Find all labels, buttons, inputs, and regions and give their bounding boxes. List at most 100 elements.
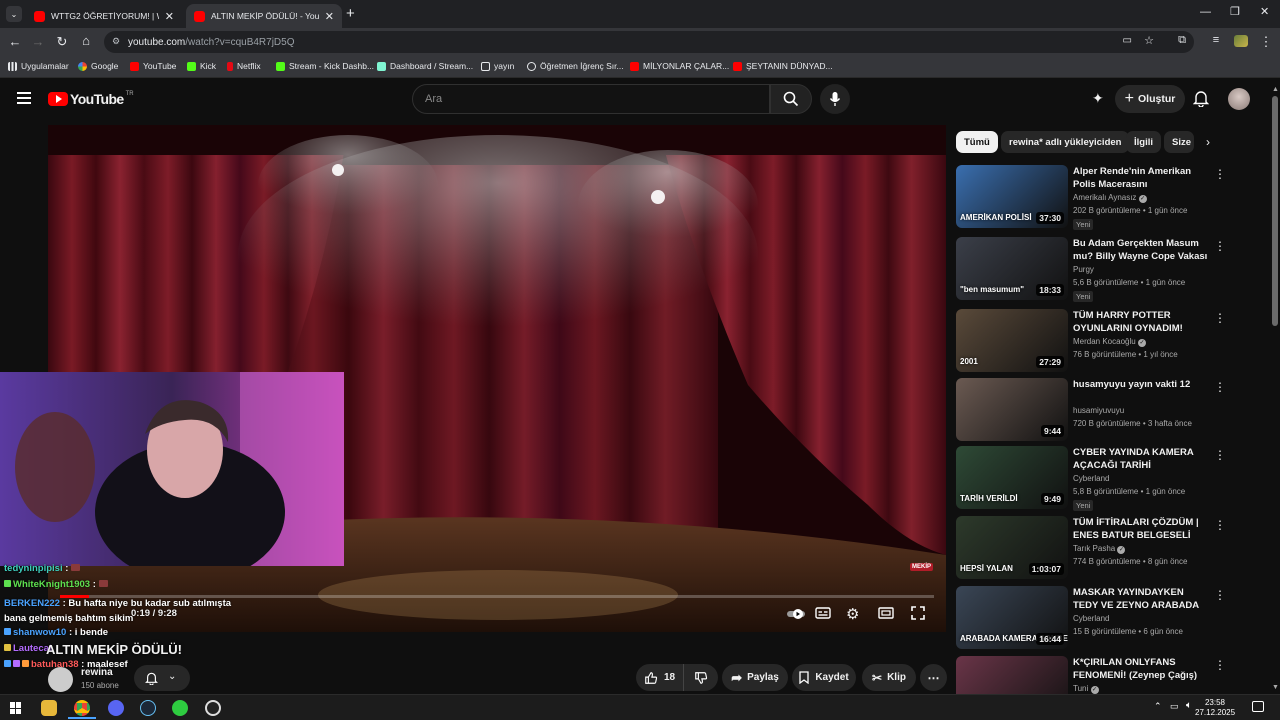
browser-menu-icon[interactable]: ⋮ (1258, 34, 1274, 50)
more-vertical-icon[interactable]: ⋮ (1214, 380, 1226, 394)
channel-name[interactable]: rewina (81, 667, 113, 678)
recommended-video[interactable]: "ben masumum" 18:33 Bu Adam Gerçekten Masu… (956, 237, 1256, 302)
video-progress-bar[interactable] (60, 595, 934, 598)
search-input[interactable]: Ara (412, 84, 770, 114)
more-actions-button[interactable]: ⋯ (920, 664, 947, 691)
video-title[interactable]: husamyuyu yayın vakti 12 (1073, 378, 1211, 391)
bookmark-milyonlar[interactable]: MİLYONLAR ÇALAR... (630, 61, 729, 71)
bookmark-google[interactable]: Google (78, 61, 118, 71)
recommended-video[interactable]: ARABADA KAMERA SOHBETİ 16:44 MASKAR YAYIND… (956, 586, 1256, 650)
site-info-icon[interactable]: ⚙ (112, 36, 120, 47)
recommended-video[interactable]: 2001 27:29 TÜM HARRY POTTER OYUNLARINI OYN… (956, 309, 1256, 373)
channel-avatar[interactable] (48, 667, 73, 692)
dislike-button[interactable] (684, 664, 718, 691)
more-vertical-icon[interactable]: ⋮ (1214, 448, 1226, 462)
browser-tab-active[interactable]: ALTIN MEKİP ÖDÜLÜ! - YouTub ✕ (186, 4, 342, 28)
system-clock[interactable]: 23:58 27.12.2025 (1195, 698, 1235, 718)
chip-for-you[interactable]: Size (1164, 131, 1194, 153)
video-title[interactable]: CYBER YAYINDA KAMERA AÇACAĞI TARİHİ SÖYL… (1073, 446, 1211, 472)
extensions-icon[interactable]: ⧉ (1174, 34, 1190, 47)
video-title[interactable]: K*ÇIRILAN ONLYFANS FENOMENİ! (Zeynep Çağ… (1073, 656, 1211, 682)
bookmark-kick[interactable]: Kick (187, 61, 216, 71)
notification-center-icon[interactable] (1252, 701, 1264, 712)
network-icon[interactable]: ▭ (1170, 701, 1179, 712)
chip-related[interactable]: İlgili (1126, 131, 1161, 153)
autoplay-toggle[interactable] (786, 607, 805, 623)
subtitles-icon[interactable] (815, 606, 833, 622)
recommended-video[interactable]: 9:44 husamyuyu yayın vakti 12 husamiyuvuyu… (956, 378, 1256, 442)
browser-tab-inactive[interactable]: WTTG2 ÖĞRETİYORUM! | Welco ✕ (26, 4, 182, 28)
gemini-sparkle-icon[interactable]: ✦ (1092, 90, 1104, 107)
close-window-icon[interactable]: ✕ (1260, 5, 1269, 18)
share-button[interactable]: ➦ Paylaş (722, 664, 788, 691)
theater-mode-icon[interactable] (878, 606, 896, 622)
more-vertical-icon[interactable]: ⋮ (1214, 311, 1226, 325)
tab-search-button[interactable]: ⌄ (6, 6, 22, 22)
scroll-down-arrow-icon[interactable]: ▼ (1272, 684, 1279, 691)
channel-name[interactable]: Tuni ✓ (1073, 684, 1099, 694)
more-vertical-icon[interactable]: ⋮ (1214, 658, 1226, 672)
youtube-logo[interactable]: YouTube TR (48, 91, 134, 107)
like-button[interactable]: 18 (636, 664, 684, 691)
app-green-icon[interactable] (172, 700, 188, 716)
video-thumbnail[interactable]: ARABADA KAMERA SOHBETİ 16:44 (956, 586, 1068, 649)
video-thumbnail[interactable]: 9:44 (956, 378, 1068, 441)
video-thumbnail[interactable]: "ben masumum" 18:33 (956, 237, 1068, 300)
channel-name[interactable]: Cyberland (1073, 614, 1109, 623)
bookmark-youtube[interactable]: YouTube (130, 61, 176, 71)
channel-name[interactable]: husamiyuvuyu (1073, 406, 1124, 415)
video-thumbnail[interactable]: AMERİKAN POLİSİ 37:30 (956, 165, 1068, 228)
reload-icon[interactable]: ↻ (54, 34, 70, 50)
home-icon[interactable]: ⌂ (78, 33, 94, 48)
recommended-video[interactable]: AMERİKAN POLİSİ 37:30 Alper Rende'nin Amer… (956, 165, 1256, 230)
address-bar[interactable]: ⚙ youtube.com/watch?v=cquB4R7jD5Q ▭ ☆ (104, 31, 1194, 53)
video-title[interactable]: Bu Adam Gerçekten Masum mu? Billy Wayne … (1073, 237, 1211, 263)
recommended-video[interactable]: HEPSİ YALAN 1:03:07 TÜM İFTİRALARI ÇÖZDÜM … (956, 516, 1256, 580)
more-vertical-icon[interactable]: ⋮ (1214, 588, 1226, 602)
video-title[interactable]: TÜM İFTİRALARI ÇÖZDÜM | ENES BATUR BELGE… (1073, 516, 1211, 542)
bookmark-ogretmen[interactable]: Öğretmen İğrenç Sır... (527, 61, 624, 71)
steam-icon[interactable] (140, 700, 156, 716)
video-title[interactable]: Alper Rende'nin Amerikan Polis Macerasın… (1073, 165, 1211, 191)
save-button[interactable]: Kaydet (792, 664, 856, 691)
bookmark-star-icon[interactable]: ☆ (1144, 34, 1154, 47)
clip-button[interactable]: ✂ Klip (862, 664, 916, 691)
recommended-video[interactable]: TARİH VERİLDİ 9:49 CYBER YAYINDA KAMERA AÇ… (956, 446, 1256, 511)
video-title[interactable]: MASKAR YAYINDAYKEN TEDY VE ZEYNO ARABADA… (1073, 586, 1211, 612)
account-avatar[interactable] (1228, 88, 1250, 110)
subscription-bell-button[interactable]: ⌄ (134, 665, 190, 691)
more-vertical-icon[interactable]: ⋮ (1214, 239, 1226, 253)
file-explorer-icon[interactable] (41, 700, 57, 716)
bookmark-streamlabs[interactable]: Dashboard / Stream... (377, 61, 473, 71)
reading-list-icon[interactable]: ≡ (1208, 34, 1224, 46)
channel-name[interactable]: Tarık Pasha ✓ (1073, 544, 1126, 554)
search-button[interactable] (770, 84, 812, 114)
channel-name[interactable]: Purgy (1073, 265, 1094, 274)
video-thumbnail[interactable]: HEPSİ YALAN 1:03:07 (956, 516, 1068, 579)
bookmark-kick-dashboard[interactable]: Stream - Kick Dashb... (276, 61, 374, 71)
video-thumbnail[interactable]: TARİH VERİLDİ 9:49 (956, 446, 1068, 509)
video-title[interactable]: TÜM HARRY POTTER OYUNLARINI OYNADIM! (20… (1073, 309, 1211, 335)
close-tab-icon[interactable]: ✕ (325, 10, 334, 23)
minimize-window-icon[interactable]: — (1200, 6, 1211, 18)
chip-from-uploader[interactable]: rewina* adlı yükleyiciden (1001, 131, 1130, 153)
volume-icon[interactable]: 🔈︎ (1186, 700, 1192, 711)
profile-extension-icon[interactable] (1234, 35, 1248, 47)
cast-icon[interactable]: ▭ (1123, 35, 1132, 46)
channel-name[interactable]: Cyberland (1073, 474, 1109, 483)
windows-start-icon[interactable] (10, 702, 22, 714)
fullscreen-icon[interactable] (910, 605, 928, 621)
bookmark-folder-yayin[interactable]: yayın (481, 61, 514, 71)
chip-all[interactable]: Tümü (956, 131, 998, 153)
discord-icon[interactable] (108, 700, 124, 716)
scrollbar-thumb[interactable] (1272, 96, 1278, 326)
more-vertical-icon[interactable]: ⋮ (1214, 518, 1226, 532)
hamburger-menu-icon[interactable] (17, 92, 31, 104)
bookmark-netflix[interactable]: Netflix (227, 61, 261, 71)
close-tab-icon[interactable]: ✕ (165, 10, 174, 23)
settings-gear-icon[interactable]: ⚙ (846, 605, 864, 623)
chrome-icon[interactable] (74, 700, 90, 716)
obs-icon[interactable] (205, 700, 221, 716)
notifications-bell-icon[interactable] (1192, 89, 1210, 112)
channel-name[interactable]: Amerikalı Aynasız ✓ (1073, 193, 1147, 203)
